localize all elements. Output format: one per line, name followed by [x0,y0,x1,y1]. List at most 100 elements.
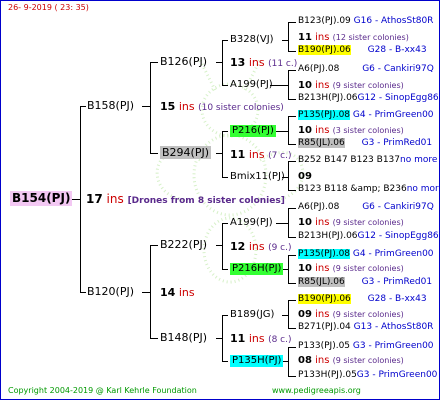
gen1-2-ins-count: 14 [160,286,176,299]
gen3-7-ins-row: 09 ins (9 sister colonies) [298,309,404,321]
gen4-1-info: G16 - AthosSt80R [353,16,434,26]
gen4-5-id[interactable]: P135(PJ).08 [298,110,351,120]
root-ins-label: ins [106,192,124,206]
gen4-16-info: G3 - PrimGreen00 [356,370,438,380]
gen1-1-ins-count: 15 [160,100,176,113]
gen3-1-ins-row: 11 ins (12 sister colonies) [298,32,409,44]
gen3-7-ins-count: 09 [298,309,312,320]
gen4-11-info: G4 - PrimGreen00 [352,249,434,259]
gen3-8-ins-row: 08 ins (9 sister colonies) [298,355,404,367]
gen3-1-ins-count: 11 [298,32,312,43]
gen4-14-info: G13 - AthosSt80R [353,322,434,332]
gen2-1-ins-row: 13 ins (11 c.) [230,56,297,71]
gen3-7-ins-label: ins [315,309,330,320]
gen4-5-info: G4 - PrimGreen00 [352,110,434,120]
gen3-2-ins-count: 10 [298,80,312,91]
gen2-queen-2[interactable]: B294(PJ) [160,146,212,159]
gen4-row-5: P135(PJ).08 G4 - PrimGreen00 [298,110,434,120]
gen1-2-ins-label: ins [178,286,195,299]
gen2-2-note: (7 c.) [268,151,292,161]
gen3-2-ins-label: ins [315,80,330,91]
gen1-1-note: (10 sister colonies) [198,103,284,113]
gen3-8-note: (9 sister colonies) [332,356,404,365]
gen4-15-info: G3 - PrimGreen00 [352,341,434,351]
gen4-8-info: no more [406,184,440,194]
gen2-3-ins-label: ins [248,240,265,253]
gen2-4-ins-label: ins [248,332,265,345]
gen3-6-ins-count: 10 [298,263,312,274]
gen4-row-11: P135(PJ).08 G4 - PrimGreen00 [298,249,434,259]
gen2-3-note: (9 c.) [268,243,292,253]
gen3-queen-3[interactable]: P216(PJ) [230,125,276,137]
gen4-row-1: B123(PJ).09 G16 - AthosSt80R [298,16,433,26]
gen3-queen-2[interactable]: A199(PJ) [230,79,273,91]
gen3-4-ins-count: 09 [298,171,312,182]
gen3-queen-5[interactable]: A199(PJ) [230,217,273,229]
gen3-3-ins-row: 10 ins (3 sister colonies) [298,125,404,137]
gen4-9-id[interactable]: A6(PJ).08 [298,202,339,212]
gen4-12-id[interactable]: R85(JL).06 [298,277,345,287]
gen3-5-ins-count: 10 [298,217,312,228]
gen2-queen-1[interactable]: B126(PJ) [160,55,207,68]
gen4-7-id[interactable]: B252 B147 B123 B137 [298,155,400,165]
root-ins-count: 17 [86,192,103,206]
gen4-10-id[interactable]: B213H(PJ).06 [298,231,358,241]
gen4-6-info: G3 - PrimRed01 [361,138,433,148]
gen4-13-id[interactable]: B190(PJ).06 [298,294,351,304]
gen2-3-ins-count: 12 [230,240,246,253]
gen4-12-info: G3 - PrimRed01 [361,277,433,287]
gen1-1-ins-row: 15 ins (10 sister colonies) [160,100,284,115]
gen2-1-note: (11 c.) [268,59,298,69]
gen4-row-9: A6(PJ).08 G6 - Cankiri97Q [298,202,434,212]
gen4-4-id[interactable]: B213H(PJ).06 [298,93,358,103]
gen2-4-ins-row: 11 ins (8 c.) [230,332,292,347]
gen4-15-id[interactable]: P133(PJ).05 [298,341,350,351]
gen4-13-info: G28 - B-xx43 [367,294,427,304]
gen4-row-15: P133(PJ).05 G3 - PrimGreen00 [298,341,434,351]
root-drone-note: [Drones from 8 sister colonies] [127,196,285,206]
gen4-11-id[interactable]: P135(PJ).08 [298,249,351,259]
gen2-queen-4[interactable]: B148(PJ) [160,331,207,344]
gen4-16-id[interactable]: P133H(PJ).05 [298,370,357,380]
gen4-7-info: no more [400,155,438,165]
gen1-1-ins-label: ins [178,100,195,113]
gen3-queen-1[interactable]: B328(VJ) [230,34,274,46]
gen4-row-8: B123 B118 &amp; B236no more [298,184,440,194]
gen4-row-12: R85(JL).06 G3 - PrimRed01 [298,277,432,287]
gen4-14-id[interactable]: B271(PJ).04 [298,322,351,332]
gen4-9-info: G6 - Cankiri97Q [362,202,434,212]
root-queen-id[interactable]: B154(PJ) [10,191,73,206]
gen3-3-ins-count: 10 [298,125,312,136]
gen3-1-note: (12 sister colonies) [332,33,409,42]
gen3-queen-8[interactable]: P135H(PJ) [230,355,284,367]
gen4-row-7: B252 B147 B123 B137no more [298,155,437,165]
root-ins-row: 17 ins [Drones from 8 sister colonies] [86,192,285,209]
gen3-2-ins-row: 10 ins (9 sister colonies) [298,80,404,92]
gen4-2-id[interactable]: B190(PJ).06 [298,45,351,55]
gen2-2-ins-label: ins [248,148,265,161]
gen4-6-id[interactable]: R85(JL).06 [298,138,345,148]
gen4-4-info: G12 - SinopEgg86R [357,93,440,103]
copyright-text: Copyright 2004-2019 @ Karl Kehrle Founda… [8,386,197,395]
gen3-5-ins-label: ins [315,217,330,228]
gen2-1-ins-label: ins [248,56,265,69]
gen3-queen-7[interactable]: B189(JG) [230,309,274,321]
gen3-3-ins-label: ins [315,125,330,136]
gen4-8-id[interactable]: B123 B118 &amp; B236 [298,184,407,194]
gen2-queen-3[interactable]: B222(PJ) [160,238,207,251]
gen2-2-ins-count: 11 [230,148,246,161]
gen3-7-note: (9 sister colonies) [332,310,404,319]
gen2-1-ins-count: 13 [230,56,246,69]
gen4-row-14: B271(PJ).04 G13 - AthosSt80R [298,322,433,332]
gen4-2-info: G28 - B-xx43 [367,45,427,55]
gen3-6-ins-row: 10 ins (9 sister colonies) [298,263,404,275]
website-link[interactable]: www.pedigreeapis.org [272,386,361,395]
gen3-queen-6[interactable]: P216H(PJ) [230,263,284,275]
gen4-row-10: B213H(PJ).06G12 - SinopEgg86R [298,231,440,241]
gen1-queen-1[interactable]: B158(PJ) [87,99,134,112]
gen3-queen-4[interactable]: Bmix11(PJ) [230,171,285,183]
gen4-3-id[interactable]: A6(PJ).08 [298,64,339,74]
gen3-8-ins-label: ins [315,355,330,366]
gen4-1-id[interactable]: B123(PJ).09 [298,16,351,26]
gen1-queen-2[interactable]: B120(PJ) [87,285,134,298]
